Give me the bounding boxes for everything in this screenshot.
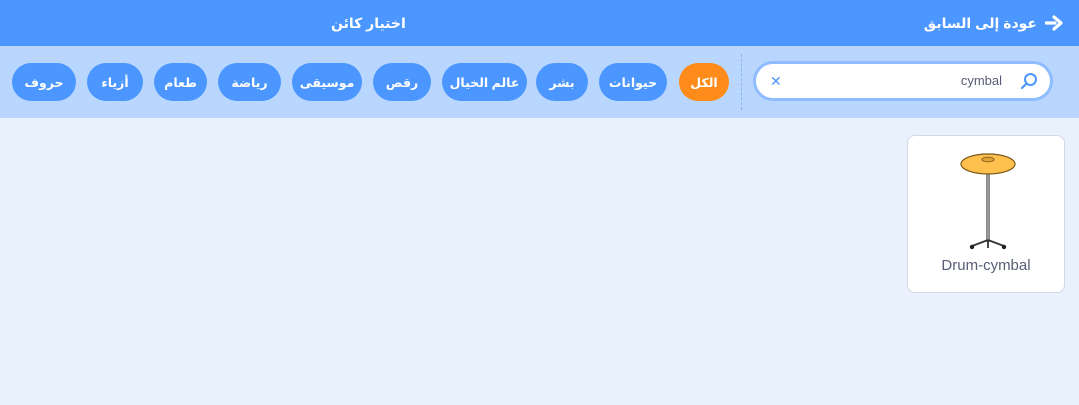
- tag-all[interactable]: الكل: [679, 63, 729, 101]
- tag-food[interactable]: طعام: [154, 63, 207, 101]
- search-input[interactable]: cymbal: [961, 73, 1002, 88]
- page-title: اختيار كائن: [331, 15, 406, 31]
- drum-cymbal-thumbnail: [960, 153, 1016, 250]
- search-field[interactable]: cymbal ✕: [753, 61, 1053, 101]
- back-label: عودة إلى السابق: [923, 14, 1037, 31]
- tag-animals[interactable]: حيوانات: [599, 63, 667, 101]
- header: عودة إلى السابق اختيار كائن: [0, 0, 1079, 46]
- tag-letters[interactable]: حروف: [12, 63, 76, 101]
- divider: [741, 54, 742, 110]
- tag-fashion[interactable]: أزياء: [87, 63, 143, 101]
- close-icon[interactable]: ✕: [770, 73, 782, 90]
- tag-music[interactable]: موسيقى: [292, 63, 362, 101]
- tag-sports[interactable]: رياضة: [218, 63, 281, 101]
- arrow-left-icon: [1045, 15, 1063, 31]
- sprite-name: Drum-cymbal: [941, 257, 1031, 274]
- sprite-card[interactable]: Drum-cymbal: [907, 135, 1065, 293]
- filter-bar: cymbal ✕ الكل حيوانات بشر عالم الخيال رق…: [0, 46, 1079, 118]
- magnifier-icon: [1020, 73, 1037, 90]
- tag-dance[interactable]: رقص: [373, 63, 431, 101]
- back-button[interactable]: عودة إلى السابق: [924, 0, 1063, 46]
- tag-fantasy[interactable]: عالم الخيال: [442, 63, 527, 101]
- tag-people[interactable]: بشر: [536, 63, 588, 101]
